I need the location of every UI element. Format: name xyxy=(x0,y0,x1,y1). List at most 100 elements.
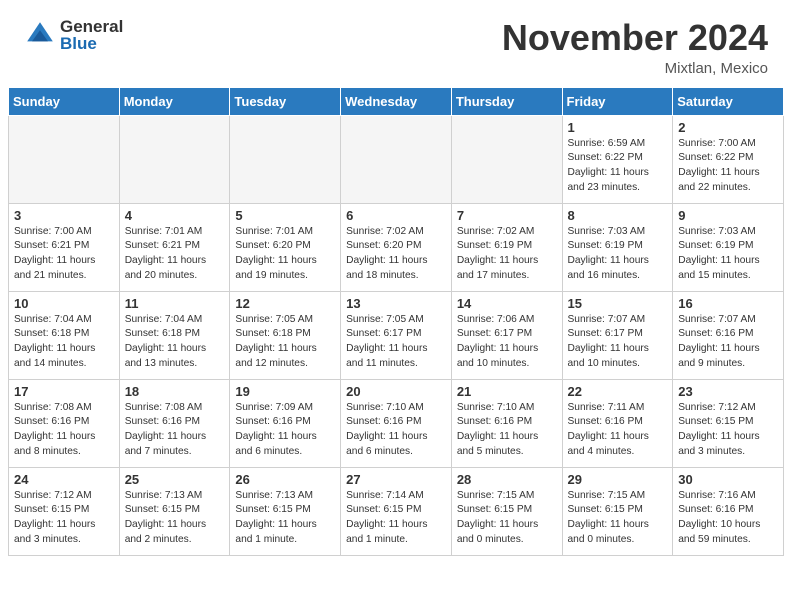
day-info: Sunrise: 7:00 AM Sunset: 6:22 PM Dayligh… xyxy=(678,137,778,196)
day-number: 6 xyxy=(346,208,446,223)
calendar-cell: 18 Sunrise: 7:08 AM Sunset: 6:16 PM Dayli… xyxy=(119,379,230,467)
day-number: 23 xyxy=(678,384,778,399)
day-number: 11 xyxy=(125,296,225,311)
calendar-cell: 9 Sunrise: 7:03 AM Sunset: 6:19 PM Daylig… xyxy=(673,203,784,291)
calendar-cell: 21 Sunrise: 7:10 AM Sunset: 6:16 PM Dayli… xyxy=(451,379,562,467)
day-number: 27 xyxy=(346,472,446,487)
logo: General Blue xyxy=(24,18,123,52)
calendar-cell: 13 Sunrise: 7:05 AM Sunset: 6:17 PM Dayli… xyxy=(341,291,452,379)
calendar-cell xyxy=(9,115,120,203)
calendar-cell: 3Sunrise: 7:00 AM Sunset: 6:21 PM Daylig… xyxy=(9,203,120,291)
day-info: Sunrise: 7:01 AM Sunset: 6:20 PM Dayligh… xyxy=(235,225,335,284)
calendar-header-thursday: Thursday xyxy=(451,87,562,115)
day-info: Sunrise: 7:13 AM Sunset: 6:15 PM Dayligh… xyxy=(125,489,225,548)
day-number: 2 xyxy=(678,120,778,135)
calendar-cell xyxy=(451,115,562,203)
day-info: Sunrise: 7:03 AM Sunset: 6:19 PM Dayligh… xyxy=(568,225,668,284)
day-number: 19 xyxy=(235,384,335,399)
day-info: Sunrise: 7:02 AM Sunset: 6:19 PM Dayligh… xyxy=(457,225,557,284)
calendar-table: SundayMondayTuesdayWednesdayThursdayFrid… xyxy=(8,87,784,556)
day-number: 25 xyxy=(125,472,225,487)
day-number: 26 xyxy=(235,472,335,487)
day-number: 21 xyxy=(457,384,557,399)
day-info: Sunrise: 7:01 AM Sunset: 6:21 PM Dayligh… xyxy=(125,225,225,284)
calendar-cell: 11 Sunrise: 7:04 AM Sunset: 6:18 PM Dayli… xyxy=(119,291,230,379)
day-info: Sunrise: 7:15 AM Sunset: 6:15 PM Dayligh… xyxy=(457,489,557,548)
day-number: 30 xyxy=(678,472,778,487)
day-info: Sunrise: 7:09 AM Sunset: 6:16 PM Dayligh… xyxy=(235,401,335,460)
calendar-cell: 20 Sunrise: 7:10 AM Sunset: 6:16 PM Dayli… xyxy=(341,379,452,467)
day-number: 4 xyxy=(125,208,225,223)
day-number: 1 xyxy=(568,120,668,135)
day-number: 16 xyxy=(678,296,778,311)
calendar-cell xyxy=(119,115,230,203)
day-info: Sunrise: 7:07 AM Sunset: 6:16 PM Dayligh… xyxy=(678,313,778,372)
calendar-cell: 10 Sunrise: 7:04 AM Sunset: 6:18 PM Dayli… xyxy=(9,291,120,379)
day-info: Sunrise: 7:13 AM Sunset: 6:15 PM Dayligh… xyxy=(235,489,335,548)
calendar-cell: 7 Sunrise: 7:02 AM Sunset: 6:19 PM Daylig… xyxy=(451,203,562,291)
location: Mixtlan, Mexico xyxy=(502,60,768,77)
calendar-cell: 25 Sunrise: 7:13 AM Sunset: 6:15 PM Dayli… xyxy=(119,467,230,555)
day-info: Sunrise: 7:04 AM Sunset: 6:18 PM Dayligh… xyxy=(14,313,114,372)
day-number: 12 xyxy=(235,296,335,311)
day-info: Sunrise: 7:02 AM Sunset: 6:20 PM Dayligh… xyxy=(346,225,446,284)
calendar-cell: 5 Sunrise: 7:01 AM Sunset: 6:20 PM Daylig… xyxy=(230,203,341,291)
day-info: Sunrise: 7:05 AM Sunset: 6:17 PM Dayligh… xyxy=(346,313,446,372)
calendar-cell: 27Sunrise: 7:14 AM Sunset: 6:15 PM Dayli… xyxy=(341,467,452,555)
day-info: Sunrise: 7:16 AM Sunset: 6:16 PM Dayligh… xyxy=(678,489,778,548)
day-info: Sunrise: 7:10 AM Sunset: 6:16 PM Dayligh… xyxy=(346,401,446,460)
day-number: 5 xyxy=(235,208,335,223)
calendar-cell: 16 Sunrise: 7:07 AM Sunset: 6:16 PM Dayli… xyxy=(673,291,784,379)
calendar-wrap: SundayMondayTuesdayWednesdayThursdayFrid… xyxy=(0,87,792,564)
day-info: Sunrise: 7:10 AM Sunset: 6:16 PM Dayligh… xyxy=(457,401,557,460)
day-number: 28 xyxy=(457,472,557,487)
calendar-week-4: 17 Sunrise: 7:08 AM Sunset: 6:16 PM Dayli… xyxy=(9,379,784,467)
calendar-week-1: 1Sunrise: 6:59 AM Sunset: 6:22 PM Daylig… xyxy=(9,115,784,203)
day-number: 20 xyxy=(346,384,446,399)
day-info: Sunrise: 7:12 AM Sunset: 6:15 PM Dayligh… xyxy=(14,489,114,548)
day-number: 17 xyxy=(14,384,114,399)
day-number: 10 xyxy=(14,296,114,311)
calendar-cell: 2 Sunrise: 7:00 AM Sunset: 6:22 PM Daylig… xyxy=(673,115,784,203)
calendar-cell: 30 Sunrise: 7:16 AM Sunset: 6:16 PM Dayli… xyxy=(673,467,784,555)
calendar-cell: 23Sunrise: 7:12 AM Sunset: 6:15 PM Dayli… xyxy=(673,379,784,467)
day-info: Sunrise: 7:03 AM Sunset: 6:19 PM Dayligh… xyxy=(678,225,778,284)
day-number: 7 xyxy=(457,208,557,223)
calendar-header-saturday: Saturday xyxy=(673,87,784,115)
calendar-cell: 22Sunrise: 7:11 AM Sunset: 6:16 PM Dayli… xyxy=(562,379,673,467)
calendar-header-sunday: Sunday xyxy=(9,87,120,115)
calendar-cell: 4 Sunrise: 7:01 AM Sunset: 6:21 PM Daylig… xyxy=(119,203,230,291)
day-number: 29 xyxy=(568,472,668,487)
calendar-cell: 29 Sunrise: 7:15 AM Sunset: 6:15 PM Dayli… xyxy=(562,467,673,555)
day-number: 24 xyxy=(14,472,114,487)
day-number: 14 xyxy=(457,296,557,311)
calendar-cell xyxy=(341,115,452,203)
day-number: 18 xyxy=(125,384,225,399)
calendar-cell: 19 Sunrise: 7:09 AM Sunset: 6:16 PM Dayli… xyxy=(230,379,341,467)
day-info: Sunrise: 7:08 AM Sunset: 6:16 PM Dayligh… xyxy=(14,401,114,460)
calendar-week-3: 10 Sunrise: 7:04 AM Sunset: 6:18 PM Dayli… xyxy=(9,291,784,379)
calendar-header-friday: Friday xyxy=(562,87,673,115)
calendar-cell: 8 Sunrise: 7:03 AM Sunset: 6:19 PM Daylig… xyxy=(562,203,673,291)
day-number: 8 xyxy=(568,208,668,223)
logo-icon xyxy=(24,19,56,51)
day-info: Sunrise: 7:07 AM Sunset: 6:17 PM Dayligh… xyxy=(568,313,668,372)
day-number: 13 xyxy=(346,296,446,311)
day-info: Sunrise: 7:08 AM Sunset: 6:16 PM Dayligh… xyxy=(125,401,225,460)
month-title: November 2024 xyxy=(502,18,768,58)
calendar-header-tuesday: Tuesday xyxy=(230,87,341,115)
day-info: Sunrise: 7:11 AM Sunset: 6:16 PM Dayligh… xyxy=(568,401,668,460)
day-number: 9 xyxy=(678,208,778,223)
calendar-week-2: 3Sunrise: 7:00 AM Sunset: 6:21 PM Daylig… xyxy=(9,203,784,291)
logo-text: General Blue xyxy=(60,18,123,52)
calendar-week-5: 24 Sunrise: 7:12 AM Sunset: 6:15 PM Dayli… xyxy=(9,467,784,555)
day-info: Sunrise: 7:04 AM Sunset: 6:18 PM Dayligh… xyxy=(125,313,225,372)
calendar-cell: 15 Sunrise: 7:07 AM Sunset: 6:17 PM Dayli… xyxy=(562,291,673,379)
title-block: November 2024 Mixtlan, Mexico xyxy=(502,18,768,77)
calendar-cell: 1Sunrise: 6:59 AM Sunset: 6:22 PM Daylig… xyxy=(562,115,673,203)
day-number: 3 xyxy=(14,208,114,223)
day-info: Sunrise: 7:06 AM Sunset: 6:17 PM Dayligh… xyxy=(457,313,557,372)
day-number: 15 xyxy=(568,296,668,311)
calendar-cell: 24 Sunrise: 7:12 AM Sunset: 6:15 PM Dayli… xyxy=(9,467,120,555)
day-info: Sunrise: 7:15 AM Sunset: 6:15 PM Dayligh… xyxy=(568,489,668,548)
